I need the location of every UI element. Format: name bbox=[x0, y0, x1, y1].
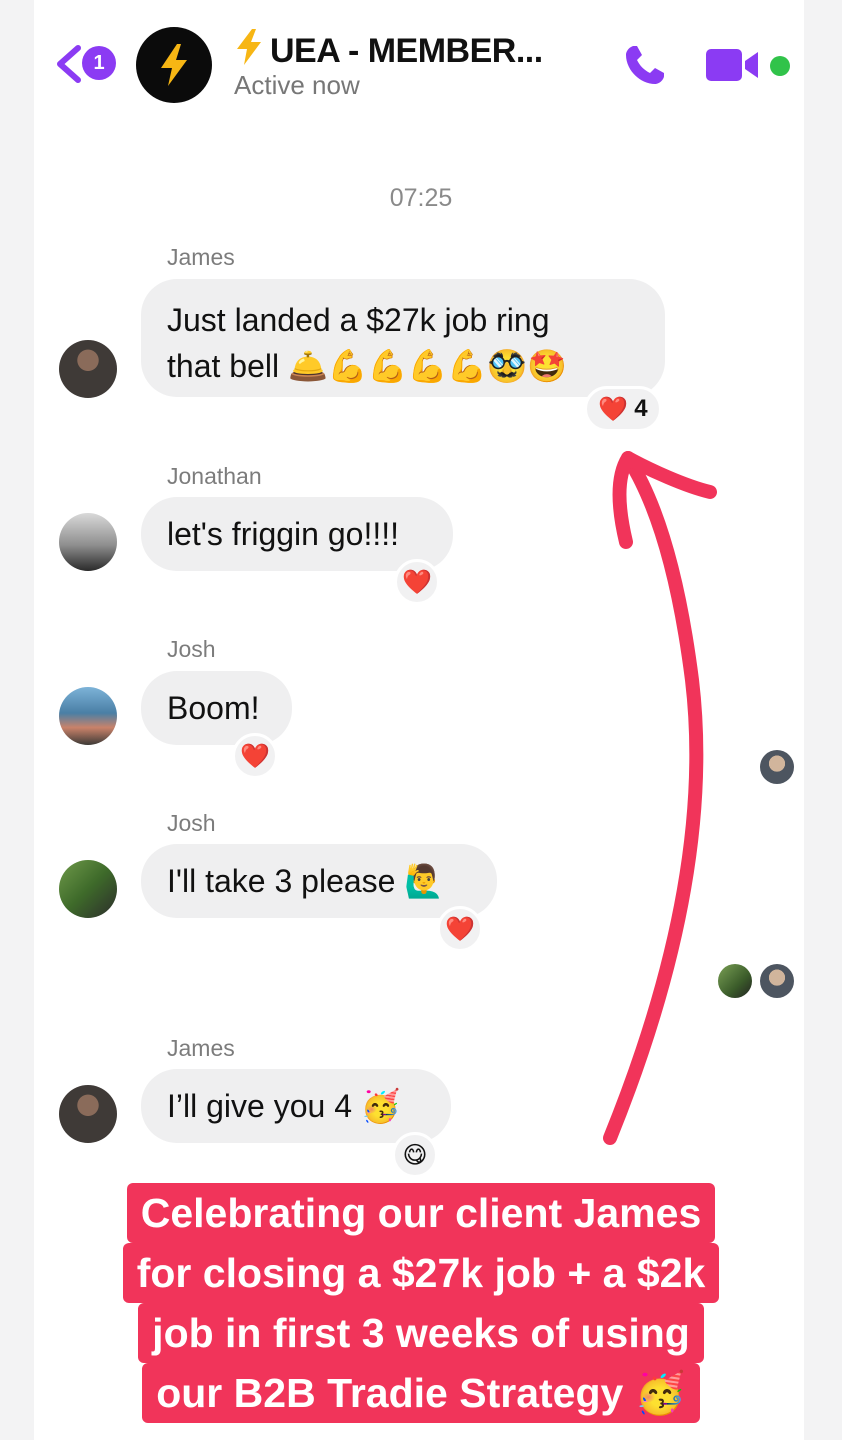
reaction-pill[interactable]: ❤️ bbox=[232, 733, 278, 779]
party-face-emoji: 🥳 bbox=[360, 1087, 401, 1125]
message-bubble[interactable]: let's friggin go!!!! bbox=[141, 497, 453, 571]
message-bubble[interactable]: Just landed a $27k job ring that bell 🛎️… bbox=[141, 279, 665, 397]
chat-title-text: UEA - MEMBER... bbox=[270, 32, 543, 70]
reaction-pill[interactable]: ❤️ bbox=[394, 559, 440, 605]
avatar-james[interactable] bbox=[59, 1085, 117, 1143]
message-timestamp: 07:25 bbox=[389, 184, 453, 212]
promo-caption: Celebrating our client James for closing… bbox=[90, 1183, 752, 1423]
heart-icon: ❤️ bbox=[445, 915, 475, 943]
unread-badge: 1 bbox=[82, 46, 116, 80]
message-text: I’ll give you 4 bbox=[167, 1088, 352, 1124]
online-indicator bbox=[770, 56, 790, 76]
annotation-arrow bbox=[603, 451, 717, 1145]
group-avatar[interactable] bbox=[136, 27, 212, 103]
heart-icon: ❤️ bbox=[402, 568, 432, 596]
bolt-icon bbox=[237, 29, 261, 65]
caption-line-3: job in first 3 weeks of using bbox=[138, 1303, 704, 1363]
sender-name: Jonathan bbox=[167, 463, 262, 489]
message-text: let's friggin go!!!! bbox=[167, 516, 399, 552]
chat-header: 1 UEA - MEMBER... Active now bbox=[0, 0, 842, 112]
message-bubble[interactable]: Boom! bbox=[141, 671, 292, 745]
read-receipt-avatar bbox=[760, 750, 794, 784]
reaction-pill[interactable]: ❤️ 4 bbox=[584, 386, 662, 432]
message-bubble[interactable]: I’ll give you 4 🥳 bbox=[141, 1069, 451, 1143]
caption-line-1: Celebrating our client James bbox=[126, 1183, 716, 1243]
phone-icon[interactable] bbox=[620, 42, 668, 90]
message-text: Just landed a $27k job ring bbox=[167, 302, 550, 338]
back-chevron-icon bbox=[57, 45, 81, 83]
sender-name: James bbox=[167, 1035, 235, 1061]
message-text: I'll take 3 please bbox=[167, 863, 396, 899]
caption-line-4: our B2B Tradie Strategy 🥳 bbox=[142, 1363, 700, 1423]
reaction-pill[interactable]: 😋 bbox=[392, 1132, 438, 1178]
heart-icon: ❤️ bbox=[598, 395, 629, 423]
avatar-josh-2[interactable] bbox=[59, 860, 117, 918]
message-bubble[interactable]: I'll take 3 please 🙋‍♂️ bbox=[141, 844, 497, 918]
yum-face-icon: 😋 bbox=[402, 1141, 428, 1169]
avatar-josh[interactable] bbox=[59, 687, 117, 745]
party-face-emoji: 🥳 bbox=[634, 1369, 686, 1417]
sender-name: Josh bbox=[167, 636, 216, 662]
bolt-icon bbox=[161, 44, 187, 86]
heart-icon: ❤️ bbox=[240, 742, 270, 770]
message-emojis: 🛎️💪💪💪💪🥸🤩 bbox=[287, 347, 567, 385]
reaction-count: 4 bbox=[634, 395, 648, 422]
read-receipt-avatar bbox=[760, 964, 794, 998]
caption-line-2: for closing a $27k job + a $2k bbox=[122, 1243, 720, 1303]
sender-name: James bbox=[167, 244, 235, 270]
active-status: Active now bbox=[234, 70, 360, 100]
reaction-pill[interactable]: ❤️ bbox=[437, 906, 483, 952]
chat-title[interactable]: UEA - MEMBER... bbox=[234, 28, 543, 71]
video-camera-icon[interactable] bbox=[706, 46, 762, 84]
raising-hand-emoji: 🙋‍♂️ bbox=[404, 862, 445, 900]
avatar-jonathan[interactable] bbox=[59, 513, 117, 571]
message-text-line2: that bell 🛎️💪💪💪💪🥸🤩 bbox=[167, 347, 567, 385]
message-text: Boom! bbox=[167, 690, 260, 726]
avatar-james[interactable] bbox=[59, 340, 117, 398]
sender-name: Josh bbox=[167, 810, 216, 836]
